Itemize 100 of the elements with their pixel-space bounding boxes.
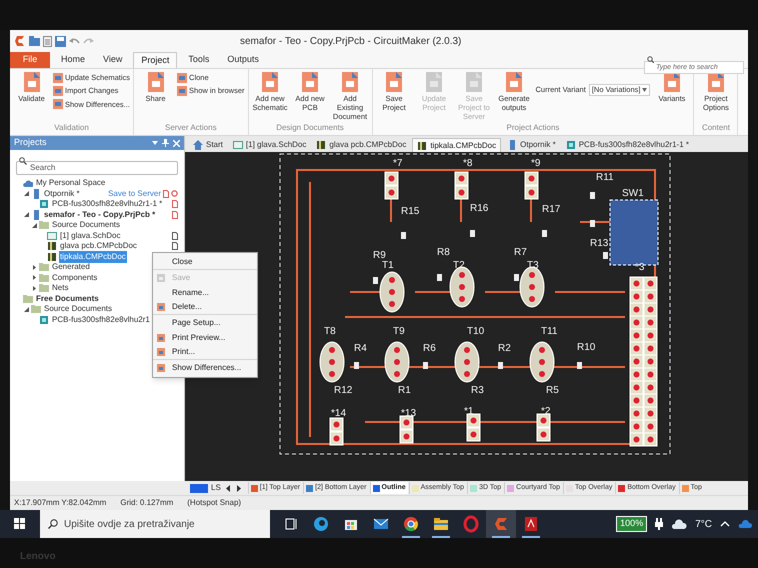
ribbon-tab[interactable]: Tools (181, 52, 216, 68)
cloud-icon[interactable] (738, 520, 752, 528)
component-designator: *7 (393, 158, 402, 169)
ring-icon (462, 515, 480, 533)
project-icon (507, 140, 518, 150)
tree-item[interactable]: Components (51, 272, 98, 284)
component-designator: T9 (393, 326, 405, 337)
component-designator: SW1 (622, 188, 644, 199)
tree-item[interactable]: semafor - Teo - Copy.PrjPcb * (43, 208, 156, 221)
pcb-project-icon (39, 314, 49, 325)
document-tab[interactable]: PCB-fus300sfh82e8vlhu2r1-1 * (562, 138, 693, 152)
group-label: Content (700, 122, 731, 134)
component-designator: R10 (577, 342, 596, 353)
component-designator: R2 (498, 343, 511, 354)
app-logo-icon[interactable] (14, 35, 26, 47)
search-icon (19, 157, 27, 165)
ribbon-tab[interactable]: Project (133, 52, 178, 68)
document-tab[interactable]: [1] glava.SchDoc (228, 138, 310, 152)
menu-item[interactable]: Print... (153, 345, 257, 360)
ribbon-tab[interactable]: View (96, 52, 130, 68)
menu-item[interactable]: Print Preview... (153, 330, 257, 345)
project-icon (31, 210, 41, 220)
document-tab[interactable]: glava pcb.CMPcbDoc (312, 138, 410, 152)
weather-temperature: 7°C (695, 518, 712, 532)
app-logo-icon (492, 515, 510, 533)
cloud-icon (671, 518, 688, 530)
expand-arrow-icon[interactable] (32, 275, 37, 280)
pin-icon[interactable] (162, 139, 169, 147)
close-icon[interactable] (173, 140, 180, 146)
taskbar-search-field[interactable]: Upišite ovdje za pretraživanje (40, 510, 270, 538)
grid-size: Grid: 0.127mm (120, 497, 174, 509)
tree-item[interactable]: Generated (51, 261, 91, 274)
document-icon[interactable] (43, 36, 52, 46)
component-designator: R5 (546, 385, 559, 396)
expand-arrow-icon[interactable] (32, 286, 37, 291)
file-tab[interactable]: File (10, 52, 50, 68)
document-tab[interactable]: tipkala.CMPcbDoc (412, 138, 502, 152)
layer-set-label: LS (211, 482, 221, 494)
panel-title: Projects (14, 136, 47, 150)
component-designator: T8 (324, 326, 336, 337)
search-icon (48, 519, 58, 529)
tree-item[interactable]: Source Documents (43, 303, 114, 316)
document-icon (426, 72, 442, 92)
tree-item[interactable]: My Personal Space (35, 177, 106, 190)
component-designator: T11 (541, 326, 558, 337)
component-designator: R3 (471, 385, 484, 396)
snap-mode: (Hotspot Snap) (187, 497, 242, 509)
folder-icon (31, 304, 41, 314)
collapse-arrow-icon[interactable] (24, 212, 29, 218)
dropdown-icon[interactable] (152, 140, 158, 146)
tree-item[interactable]: Nets (51, 282, 70, 294)
component-designator: R8 (437, 247, 450, 258)
expand-arrow-icon[interactable] (32, 264, 37, 270)
document-tab[interactable]: Otpornik * (503, 138, 560, 152)
chevron-up-icon[interactable] (720, 521, 730, 527)
tree-item[interactable]: PCB-fus300sfh82e8vlhu2r1 (51, 314, 151, 326)
menu-item[interactable]: Close (153, 255, 257, 270)
folder-icon (23, 294, 33, 304)
menu-item[interactable]: Show Differences... (153, 360, 257, 375)
ribbon-tab[interactable]: Outputs (220, 52, 266, 68)
tree-item[interactable]: Otpornik * (43, 188, 81, 200)
folder-icon[interactable] (29, 36, 40, 46)
save-to-server-link[interactable]: Save to Server (108, 188, 161, 200)
component-designator: *3 (635, 262, 644, 273)
ribbon-tab[interactable]: Home (54, 52, 92, 68)
folder-icon (39, 220, 49, 230)
collapse-arrow-icon[interactable] (24, 306, 29, 312)
component-designator: R12 (334, 385, 352, 396)
tree-item[interactable]: PCB-fus300sfh82e8vlhu2r1-1 * (51, 198, 164, 210)
pdf-document-icon (522, 515, 540, 533)
menu-item[interactable]: Delete... (153, 300, 257, 315)
component-designator: T10 (467, 326, 484, 337)
plug-icon (655, 518, 664, 530)
cursor-coordinates: X:17.907mm Y:82.042mm (14, 497, 106, 509)
undo-icon[interactable] (69, 36, 80, 46)
pcb-project-icon (39, 199, 49, 210)
tree-item[interactable]: Free Documents (35, 292, 100, 305)
group-label: Server Actions (164, 122, 218, 134)
collapse-arrow-icon[interactable] (24, 191, 29, 196)
tree-item[interactable]: [1] glava.SchDoc (59, 230, 122, 242)
pcb-document-icon (417, 140, 428, 150)
menu-item[interactable]: Page Setup... (153, 315, 257, 330)
window-title: semafor - Teo - Copy.PrjPcb - CircuitMaker (2.0.3) (240, 35, 462, 49)
menu-item[interactable]: Rename... (153, 285, 257, 300)
component-designator: R15 (401, 206, 420, 217)
next-arrow-icon[interactable] (234, 484, 243, 492)
group-label: Design Documents (275, 122, 345, 134)
folder-icon (39, 283, 49, 294)
document-tab[interactable]: Start (189, 138, 227, 152)
collapse-arrow-icon[interactable] (32, 222, 37, 228)
caret-icon (642, 88, 648, 92)
tree-item[interactable]: glava pcb.CMPcbDoc (59, 240, 138, 252)
group-label: Validation (53, 122, 90, 134)
tree-item[interactable]: Source Documents (51, 219, 122, 232)
component-designator: R13 (590, 238, 608, 249)
component-designator: R1 (398, 385, 411, 396)
component-designator: R16 (470, 203, 488, 214)
previous-arrow-icon[interactable] (224, 484, 232, 492)
error-icon (171, 190, 178, 198)
search-field[interactable]: Search (16, 160, 178, 174)
